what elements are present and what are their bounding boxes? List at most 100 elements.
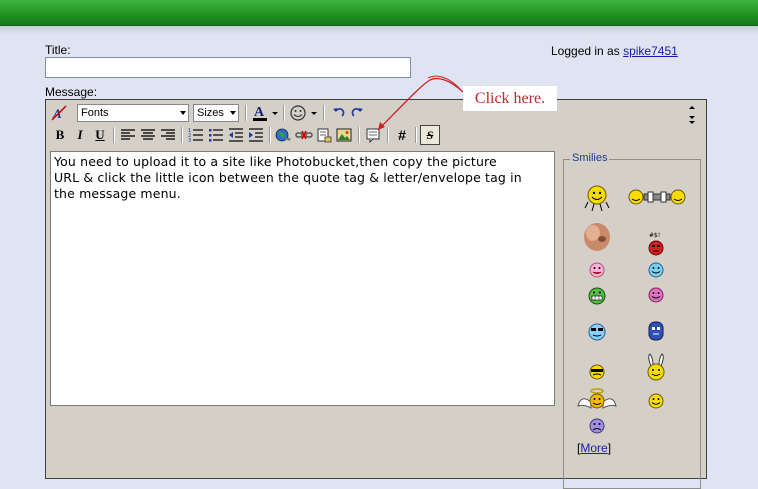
bunny-smiley-icon [647, 353, 665, 381]
numbered-list-icon: 123 [188, 128, 203, 143]
toolbar-divider [113, 127, 115, 143]
toolbar-divider [283, 105, 285, 121]
smiley-cool[interactable] [586, 322, 608, 342]
tongue-smiley-icon [589, 262, 605, 278]
align-left-icon [121, 129, 135, 140]
smiley-dancing[interactable] [583, 184, 611, 212]
smiley-green-grin[interactable] [586, 286, 608, 306]
sad-smiley-icon [589, 418, 605, 434]
sunglasses-smiley-icon [588, 323, 606, 341]
smiley-mustache[interactable] [587, 362, 607, 382]
smiley-alien[interactable] [646, 320, 666, 342]
click-here-callout: Click here. [463, 86, 557, 111]
remove-link-button[interactable] [294, 125, 314, 145]
green-grin-icon [588, 287, 606, 305]
bullet-list-button[interactable] [206, 125, 226, 145]
smiley-pink[interactable] [646, 286, 666, 304]
toolbar-divider [358, 127, 360, 143]
italic-button[interactable]: I [70, 125, 90, 145]
more-smilies: [More] [577, 441, 611, 455]
message-editor: A Fonts Sizes A B I U 1 2 3 # S You need… [45, 99, 707, 489]
title-label: Title: [45, 43, 71, 57]
username-link[interactable]: spike7451 [623, 44, 678, 58]
quote-icon [317, 128, 332, 143]
fonts-select[interactable]: Fonts [77, 104, 189, 122]
toolbar-divider [181, 127, 183, 143]
redo-icon [351, 108, 363, 117]
smiley-happy[interactable] [646, 392, 666, 410]
outdent-button[interactable] [226, 125, 246, 145]
smiley-bunny[interactable] [643, 351, 669, 383]
toolbar-divider [323, 105, 325, 121]
indent-button[interactable] [246, 125, 266, 145]
mustache-smiley-icon [589, 364, 605, 380]
message-textarea[interactable]: You need to upload it to a site like Pho… [50, 151, 555, 406]
dancing-smiley-icon [584, 185, 610, 212]
smiley-menu-icon [290, 105, 317, 121]
redo-button[interactable] [348, 103, 368, 123]
undo-icon [333, 108, 345, 117]
indent-icon [249, 128, 263, 142]
font-color-icon: A [253, 105, 278, 121]
underline-button[interactable]: U [90, 125, 110, 145]
smiley-sad[interactable] [587, 417, 607, 435]
align-right-button[interactable] [158, 125, 178, 145]
title-input[interactable] [45, 57, 411, 78]
angry-smiley-icon: #$! [648, 232, 664, 256]
more-bracket-close: ] [607, 441, 612, 455]
message-line-1: You need to upload it to a site like Pho… [54, 154, 497, 169]
toolbar-divider [245, 105, 247, 121]
toolbar-collapse-toggle[interactable] [687, 104, 697, 127]
smiley-photo-face[interactable] [580, 221, 614, 253]
buddies-smiley-icon [628, 189, 686, 205]
image-icon [336, 128, 352, 142]
globe-link-icon [275, 128, 291, 142]
smiley-angry-red[interactable]: #$! [644, 231, 668, 257]
sizes-select-value: Sizes [197, 107, 224, 119]
pink-smiley-icon [648, 287, 664, 303]
insert-image-button[interactable] [334, 125, 354, 145]
annotation-arrow [377, 75, 464, 131]
alien-smiley-icon [648, 321, 664, 341]
face-photo-icon [584, 223, 610, 251]
toolbar-row-1: A Fonts Sizes A [49, 102, 368, 124]
bold-button[interactable]: B [50, 125, 70, 145]
insert-quote-button[interactable] [314, 125, 334, 145]
remove-format-button[interactable]: A [49, 103, 69, 123]
align-center-button[interactable] [138, 125, 158, 145]
logged-in-prefix: Logged in as [551, 44, 620, 58]
align-left-button[interactable] [118, 125, 138, 145]
insert-smiley-button[interactable] [288, 103, 320, 123]
banner-shadow [0, 26, 758, 34]
undo-button[interactable] [328, 103, 348, 123]
smiley-tongue[interactable] [587, 261, 607, 279]
bullet-list-icon [209, 129, 223, 142]
message-label: Message: [45, 85, 98, 99]
fonts-dropdown-arrow-icon [180, 111, 186, 115]
svg-text:A: A [254, 105, 265, 120]
insert-link-button[interactable] [274, 125, 294, 145]
smiley-buddies[interactable] [628, 186, 686, 208]
double-chevron-icon [689, 106, 695, 124]
smiley-angel[interactable] [577, 388, 617, 412]
top-banner [0, 0, 758, 26]
outdent-icon [229, 128, 243, 142]
numbered-list-button[interactable]: 123 [186, 125, 206, 145]
fonts-select-value: Fonts [81, 107, 109, 119]
smilies-legend: Smilies [570, 152, 610, 164]
message-line-3: the message menu. [54, 186, 181, 201]
remove-format-icon: A [51, 105, 67, 121]
svg-text:#$!: #$! [649, 232, 660, 239]
font-color-button[interactable]: A [250, 103, 280, 123]
angel-smiley-icon [577, 388, 617, 409]
toolbar-divider [269, 127, 271, 143]
smiley-blue[interactable] [646, 261, 666, 279]
logged-in-status: Logged in as spike7451 [551, 44, 678, 58]
sizes-select[interactable]: Sizes [193, 104, 239, 122]
happy-smiley-icon [648, 393, 664, 409]
align-center-icon [141, 129, 155, 140]
sizes-dropdown-arrow-icon [230, 111, 236, 115]
align-right-icon [161, 129, 175, 140]
blue-smiley-icon [648, 262, 664, 278]
more-smilies-link[interactable]: More [580, 441, 607, 455]
